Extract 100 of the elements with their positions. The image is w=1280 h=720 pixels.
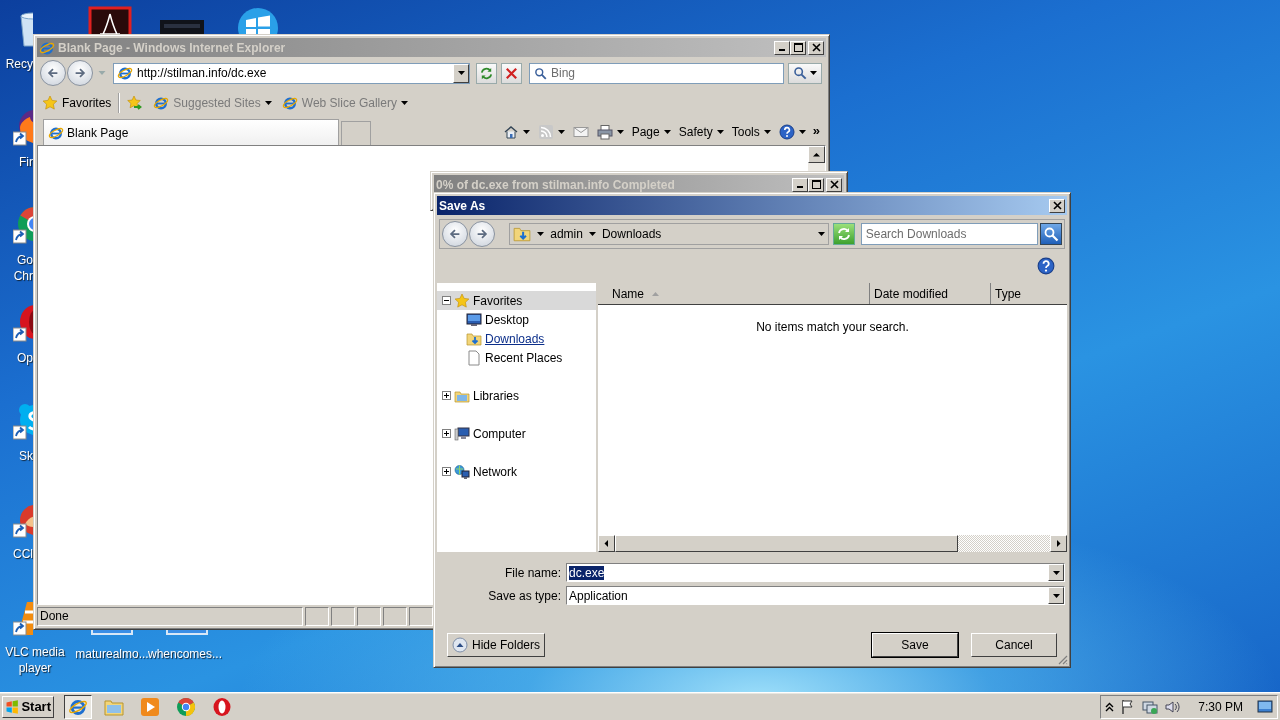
tree-item[interactable]: Favorites — [437, 291, 596, 310]
column-header[interactable]: Name — [598, 283, 870, 304]
help-button[interactable] — [1037, 257, 1055, 275]
dialog-button[interactable]: Cancel — [971, 633, 1057, 657]
expand-toggle[interactable] — [442, 429, 451, 438]
close-icon — [829, 180, 839, 189]
tree-item[interactable]: Downloads — [437, 329, 596, 348]
column-header[interactable]: Type — [991, 283, 1067, 304]
dropdown-button[interactable] — [453, 63, 469, 83]
refresh-button[interactable] — [832, 223, 855, 245]
expand-toggle[interactable] — [442, 391, 451, 400]
search-bar[interactable]: Bing — [529, 62, 784, 84]
close-button[interactable] — [1049, 198, 1065, 213]
stop-button[interactable] — [501, 62, 522, 84]
tree-item[interactable]: Desktop — [437, 310, 596, 329]
caret-icon — [400, 101, 408, 105]
refresh-button[interactable] — [476, 62, 497, 84]
status-panel — [305, 607, 329, 626]
breadcrumb-item[interactable]: Downloads — [601, 227, 662, 241]
horizontal-scrollbar[interactable] — [598, 535, 1067, 552]
help-icon — [778, 124, 795, 140]
desktop-icon-label[interactable]: Fir — [0, 154, 33, 170]
desktop-icon-label[interactable]: CCl — [0, 546, 33, 562]
maximize-icon — [811, 180, 821, 189]
scroll-right-button[interactable] — [1050, 535, 1067, 552]
tree-item[interactable]: Libraries — [437, 386, 596, 405]
minimize-button[interactable] — [792, 177, 808, 192]
expand-toggle[interactable] — [442, 467, 451, 476]
search-icon — [1043, 226, 1060, 242]
caret-icon — [716, 130, 724, 134]
field-label: Save as type: — [487, 588, 561, 603]
search-button[interactable] — [788, 62, 822, 84]
dropdown-button[interactable] — [1048, 564, 1064, 581]
minimize-button[interactable] — [774, 40, 790, 55]
right-arrow-icon — [1055, 540, 1062, 547]
chevron-icon[interactable] — [1105, 701, 1115, 712]
refresh-icon — [479, 65, 494, 81]
menu-button[interactable]: Page — [628, 121, 674, 143]
forward-button[interactable] — [469, 221, 495, 247]
search-button[interactable] — [1040, 223, 1062, 245]
file-type-dropdown[interactable]: Application — [566, 586, 1065, 605]
caret-icon — [763, 130, 771, 134]
overflow-button[interactable]: » — [810, 119, 822, 141]
caret-icon[interactable] — [537, 232, 545, 236]
envelope-icon — [572, 124, 589, 140]
address-field[interactable]: http://stilman.info/dc.exe — [133, 66, 453, 80]
forward-button[interactable] — [67, 60, 93, 86]
speaker-icon[interactable] — [1164, 698, 1181, 715]
start-button[interactable]: Start — [2, 695, 54, 718]
tree-item[interactable]: Network — [437, 462, 596, 481]
desktop-icon-label[interactable]: VLC media player — [0, 644, 70, 676]
breadcrumb-item[interactable]: admin — [550, 227, 583, 241]
up-arrow-icon — [813, 151, 820, 158]
taskbar-app-button[interactable] — [64, 694, 92, 719]
scroll-thumb[interactable] — [615, 535, 958, 552]
clock[interactable]: 7:30 PM — [1186, 699, 1251, 714]
tree-item[interactable]: Computer — [437, 424, 596, 443]
column-header[interactable]: Date modified — [870, 283, 991, 304]
back-arrow-icon — [448, 227, 462, 241]
search-icon — [534, 66, 547, 80]
dialog-button[interactable]: Save — [872, 633, 958, 657]
favorites-button[interactable]: Favorites — [39, 92, 115, 114]
close-button[interactable] — [808, 40, 824, 55]
play-icon — [140, 696, 160, 717]
desktop-icon-label[interactable]: Op — [0, 350, 33, 366]
tree-item[interactable]: Recent Places — [437, 348, 596, 367]
maximize-button[interactable] — [808, 177, 824, 192]
close-icon — [1052, 201, 1062, 210]
caret-icon — [798, 130, 806, 134]
address-bar[interactable]: http://stilman.info/dc.exe — [113, 62, 470, 84]
field-label: File name: — [503, 565, 561, 580]
scroll-up-button[interactable] — [808, 146, 825, 163]
window-title: 0% of dc.exe from stilman.info Completed — [436, 177, 676, 192]
caret-icon[interactable] — [588, 232, 596, 236]
home-icon — [502, 124, 519, 140]
network-icon — [454, 463, 470, 480]
expand-toggle[interactable] — [442, 296, 451, 305]
search-field[interactable]: Bing — [547, 66, 783, 80]
show-desktop-icon[interactable] — [1257, 698, 1273, 715]
menu-button[interactable]: Tools — [728, 121, 774, 143]
scroll-left-button[interactable] — [598, 535, 615, 552]
caret-icon[interactable] — [817, 232, 825, 236]
tab[interactable]: Blank Page — [43, 119, 339, 145]
caret-icon — [557, 130, 565, 134]
network-icon[interactable] — [1142, 698, 1159, 715]
breadcrumb-bar[interactable]: admin Downloads — [509, 223, 829, 245]
close-button[interactable] — [826, 177, 842, 192]
back-button[interactable] — [40, 60, 66, 86]
desktop-icon-label[interactable]: Sk — [0, 448, 33, 464]
desktop-icon-label[interactable]: Recy — [0, 56, 33, 72]
back-button[interactable] — [442, 221, 468, 247]
filename-field[interactable]: dc.exe — [566, 563, 1065, 582]
monitor-icon — [466, 311, 482, 328]
desktop-icon-label[interactable]: Go Chr — [0, 252, 33, 284]
resize-grip[interactable] — [1056, 653, 1068, 665]
hide-folders-button[interactable]: Hide Folders — [447, 633, 546, 657]
menu-button[interactable]: Safety — [675, 121, 727, 143]
dropdown-button[interactable] — [1048, 587, 1064, 604]
maximize-button[interactable] — [790, 40, 806, 55]
status-panel — [357, 607, 381, 626]
